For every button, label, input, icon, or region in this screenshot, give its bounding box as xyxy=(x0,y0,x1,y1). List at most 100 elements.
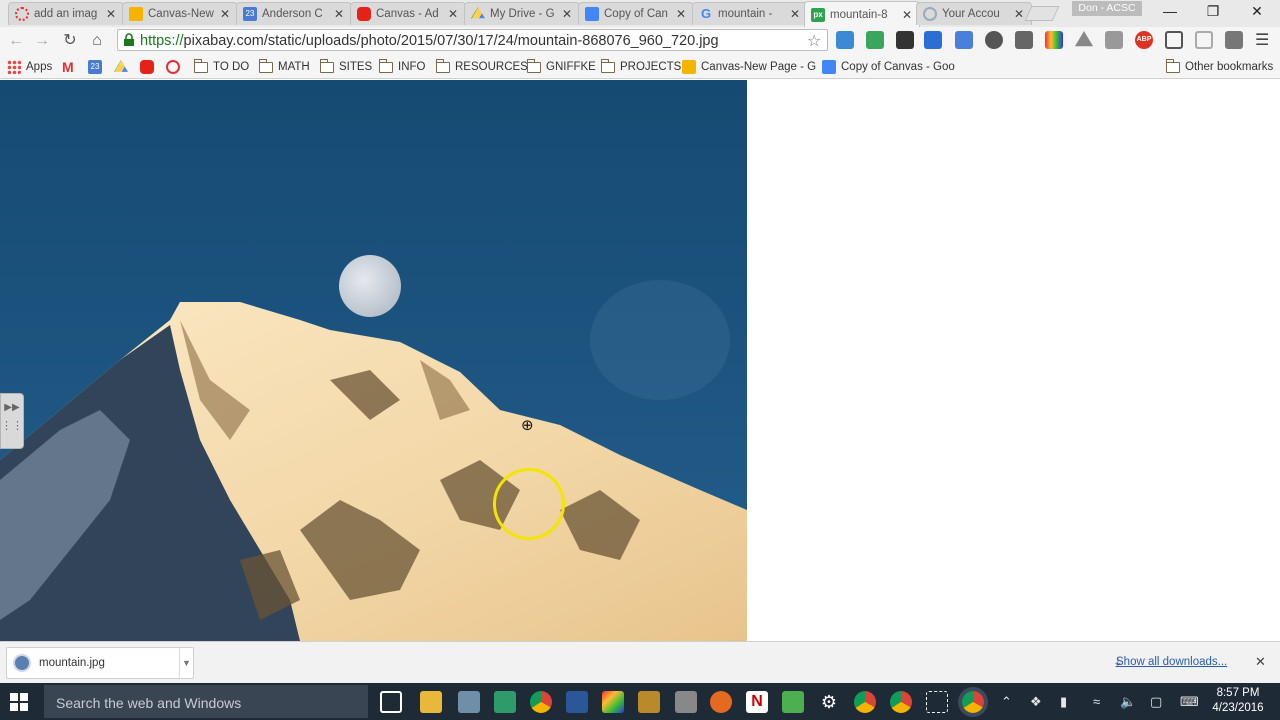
file-explorer-icon[interactable] xyxy=(420,691,442,713)
forward-button[interactable]: → xyxy=(32,31,52,51)
side-panel-handle[interactable]: ▶▶ ⋮⋮ xyxy=(0,393,24,449)
extension-icon[interactable] xyxy=(1105,31,1123,49)
chrome-icon[interactable] xyxy=(530,691,552,713)
close-icon[interactable]: ✕ xyxy=(675,7,687,21)
adblock-icon[interactable]: ABP xyxy=(1135,31,1153,49)
snipping-tool-icon[interactable] xyxy=(926,691,948,713)
bookmark-canvas-new[interactable]: Canvas-New Page - G xyxy=(682,59,816,75)
calendar-icon: 23 xyxy=(243,7,257,21)
battery-icon[interactable]: ▮ xyxy=(1060,694,1067,710)
close-icon[interactable]: ✕ xyxy=(789,7,801,21)
bookmark-other[interactable]: Other bookmarks xyxy=(1165,58,1273,75)
close-icon[interactable]: ✕ xyxy=(1255,654,1266,670)
close-icon[interactable]: ✕ xyxy=(447,7,459,21)
extension-icon[interactable] xyxy=(1225,31,1243,49)
tab-2[interactable]: 23 Anderson C ✕ xyxy=(236,2,352,25)
word-icon[interactable] xyxy=(566,691,588,713)
tab-title: Canvas - Ad xyxy=(376,8,439,20)
bookmark-apps[interactable]: Apps xyxy=(7,59,52,75)
tab-7-active[interactable]: px mountain-8 ✕ xyxy=(804,1,920,27)
paint-icon[interactable] xyxy=(602,691,624,713)
tab-1[interactable]: Canvas-New ✕ xyxy=(122,2,238,25)
app-icon[interactable] xyxy=(782,691,804,713)
new-tab-button[interactable] xyxy=(1024,6,1060,21)
bookmark-generic[interactable] xyxy=(166,59,185,75)
chevron-down-icon[interactable]: ▼ xyxy=(179,648,193,678)
minimize-button[interactable]: — xyxy=(1155,3,1185,21)
window-close-button[interactable]: ✕ xyxy=(1242,3,1272,21)
windows-start-icon[interactable] xyxy=(8,691,30,713)
show-all-downloads-link[interactable]: Show all downloads... xyxy=(1116,656,1227,668)
bookmark-folder-projects[interactable]: PROJECTS xyxy=(600,58,681,75)
back-button[interactable]: ← xyxy=(6,31,26,51)
star-icon[interactable]: ☆ xyxy=(807,31,821,51)
notifications-icon[interactable]: ▢ xyxy=(1150,694,1162,710)
tab-title: Copy of Can xyxy=(604,8,668,20)
megaphone-icon[interactable] xyxy=(924,31,942,49)
bookmark-folder-resources[interactable]: RESOURCES xyxy=(435,58,528,75)
wifi-icon[interactable]: ≈ xyxy=(1093,694,1100,709)
close-icon[interactable]: ✕ xyxy=(105,7,117,21)
volume-icon[interactable]: 🔈 xyxy=(1120,694,1136,710)
tab-0[interactable]: add an imag ✕ xyxy=(8,2,124,25)
close-icon[interactable]: ✕ xyxy=(901,8,913,22)
extension-icon[interactable] xyxy=(866,31,884,49)
menu-icon[interactable]: ☰ xyxy=(1255,30,1269,50)
chevron-up-icon[interactable]: ⌃ xyxy=(1001,694,1012,710)
network-app-icon[interactable] xyxy=(458,691,480,713)
close-icon[interactable]: ✕ xyxy=(333,7,345,21)
lightbulb-icon[interactable] xyxy=(985,31,1003,49)
bookmark-copy-of-canvas[interactable]: Copy of Canvas - Goo xyxy=(822,59,955,75)
tab-6[interactable]: G mountain - ✕ xyxy=(692,2,808,25)
lock-icon xyxy=(123,33,135,47)
bookmark-calendar[interactable]: 23 xyxy=(88,59,107,75)
taskbar-search-box[interactable]: Search the web and Windows xyxy=(44,685,368,718)
calculator-app-icon[interactable] xyxy=(494,691,516,713)
bookmark-drive[interactable] xyxy=(114,59,133,75)
bug-icon[interactable] xyxy=(1015,31,1033,49)
close-icon[interactable]: ✕ xyxy=(219,7,231,21)
bookmark-folder-sites[interactable]: SITES xyxy=(319,58,372,75)
calculator-icon[interactable] xyxy=(675,691,697,713)
extension-icon[interactable] xyxy=(1195,31,1213,49)
system-clock[interactable]: 8:57 PM 4/23/2016 xyxy=(1210,686,1266,716)
youtube-icon xyxy=(357,7,371,21)
tab-3[interactable]: Canvas - Ad ✕ xyxy=(350,2,466,25)
image-file-icon xyxy=(13,654,31,672)
tab-4[interactable]: My Drive - G ✕ xyxy=(464,2,580,25)
close-icon[interactable]: ✕ xyxy=(1013,7,1025,21)
rainbow-icon[interactable] xyxy=(1045,31,1063,49)
profile-button[interactable]: Don - ACSC xyxy=(1072,1,1142,16)
chrome-icon[interactable] xyxy=(854,691,876,713)
bookmark-youtube[interactable] xyxy=(140,59,159,75)
chrome-icon[interactable] xyxy=(890,691,912,713)
close-icon[interactable]: ✕ xyxy=(561,7,573,21)
firefox-icon[interactable] xyxy=(710,691,732,713)
mountain-photo[interactable] xyxy=(0,80,747,641)
tab-5[interactable]: Copy of Can ✕ xyxy=(578,2,694,25)
bookmark-folder-todo[interactable]: TO DO xyxy=(193,58,249,75)
reload-button[interactable]: ↻ xyxy=(60,31,80,51)
download-item[interactable]: mountain.jpg ▼ xyxy=(6,647,194,679)
settings-gear-icon[interactable]: ⚙ xyxy=(818,691,840,713)
chrome-active-icon[interactable] xyxy=(962,691,984,713)
tab-8[interactable]: Your Accou ✕ xyxy=(916,2,1032,25)
task-view-icon[interactable] xyxy=(380,691,402,713)
address-bar[interactable]: https://pixabay.com/static/uploads/photo… xyxy=(117,29,828,51)
bookmark-folder-gniffke[interactable]: GNIFFKE xyxy=(526,58,596,75)
keyboard-icon[interactable]: ⌨ xyxy=(1180,694,1199,710)
chevron-right-icon: ▶▶ xyxy=(4,402,20,413)
film-icon[interactable] xyxy=(896,31,914,49)
netflix-icon[interactable]: N xyxy=(746,691,768,713)
bookmark-folder-math[interactable]: MATH xyxy=(258,58,310,75)
restore-button[interactable]: ❐ xyxy=(1198,3,1228,21)
bookmark-gmail[interactable]: M xyxy=(62,59,81,75)
translate-icon[interactable] xyxy=(955,31,973,49)
media-player-icon[interactable] xyxy=(638,691,660,713)
bookmark-folder-info[interactable]: INFO xyxy=(378,58,425,75)
dropbox-icon[interactable]: ❖ xyxy=(1030,694,1042,710)
extension-icon[interactable] xyxy=(836,31,854,49)
home-button[interactable]: ⌂ xyxy=(87,31,107,51)
clock-time: 8:57 PM xyxy=(1216,687,1260,699)
cast-icon[interactable] xyxy=(1165,31,1183,49)
